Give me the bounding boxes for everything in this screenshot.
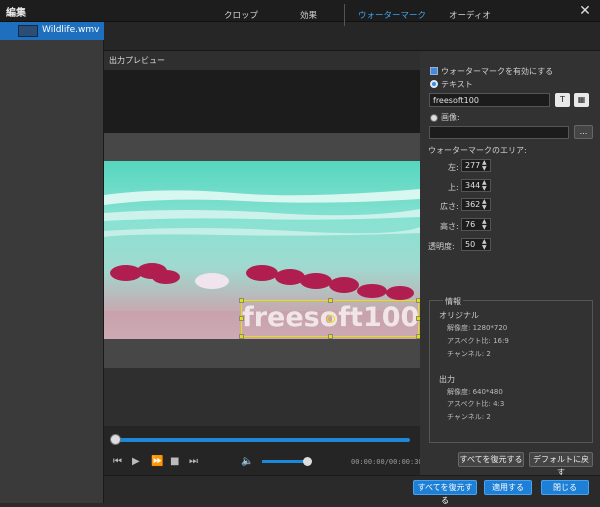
- time-display: 00:00:00/00:00:30: [351, 458, 423, 466]
- move-handle-icon[interactable]: [327, 315, 335, 323]
- tab-divider: [344, 4, 345, 26]
- close-button[interactable]: 閉じる: [541, 480, 589, 495]
- resize-handle[interactable]: [328, 298, 333, 303]
- preview-label: 出力プレビュー: [109, 56, 165, 65]
- left-label: 左:: [448, 163, 459, 172]
- preview-top-area: [104, 70, 420, 133]
- fast-forward-icon[interactable]: ⏩: [151, 456, 163, 467]
- volume-knob[interactable]: [303, 457, 312, 466]
- height-spinner-icon[interactable]: ▲ ▼: [482, 219, 488, 231]
- text-radio[interactable]: [430, 80, 438, 88]
- enable-watermark-label: ウォーターマークを有効にする: [441, 67, 554, 76]
- text-style-icon[interactable]: ▦: [574, 93, 589, 107]
- top-spinner-icon[interactable]: ▲ ▼: [482, 180, 488, 192]
- original-resolution: 解像度: 1280*720: [447, 324, 508, 332]
- tab-watermark[interactable]: ウォーターマーク: [358, 9, 426, 21]
- image-option-label: 画像:: [441, 113, 460, 122]
- top-label: 上:: [448, 183, 459, 192]
- text-font-button[interactable]: T: [555, 93, 570, 107]
- watermark-text-input[interactable]: freesoft100: [429, 93, 550, 107]
- opacity-spinner-icon[interactable]: ▲ ▼: [482, 239, 488, 251]
- height-label: 高さ:: [440, 222, 459, 231]
- volume-icon[interactable]: 🔈: [241, 456, 253, 467]
- prev-icon[interactable]: ⏮: [113, 456, 122, 467]
- close-icon[interactable]: ✕: [576, 2, 594, 20]
- output-channels: チャンネル: 2: [447, 413, 491, 421]
- tab-audio[interactable]: オーディオ: [449, 9, 491, 21]
- restore-all-button[interactable]: すべてを復元する: [458, 452, 524, 467]
- file-list-item[interactable]: Wildlife.wmv: [0, 22, 104, 40]
- volume-slider[interactable]: [262, 460, 308, 463]
- resize-handle[interactable]: [328, 334, 333, 339]
- image-radio[interactable]: [430, 114, 438, 122]
- left-spinner-icon[interactable]: ▲ ▼: [482, 160, 488, 172]
- resize-handle[interactable]: [239, 316, 244, 321]
- original-heading: オリジナル: [439, 311, 479, 320]
- seek-bar[interactable]: [114, 438, 410, 442]
- window-title: 編集: [6, 8, 26, 19]
- browse-button[interactable]: ...: [574, 125, 593, 139]
- resize-handle[interactable]: [239, 334, 244, 339]
- image-path-input[interactable]: [429, 126, 569, 139]
- enable-watermark-checkbox[interactable]: [430, 67, 438, 75]
- play-icon[interactable]: ▶: [132, 456, 140, 467]
- tab-crop[interactable]: クロップ: [224, 9, 258, 21]
- seek-knob[interactable]: [110, 434, 121, 445]
- apply-button[interactable]: 適用する: [484, 480, 532, 495]
- output-resolution: 解像度: 640*480: [447, 388, 503, 396]
- width-spinner-icon[interactable]: ▲ ▼: [482, 199, 488, 211]
- original-channels: チャンネル: 2: [447, 350, 491, 358]
- original-aspect: アスペクト比: 16:9: [447, 337, 509, 345]
- tab-effects[interactable]: 効果: [300, 9, 317, 21]
- file-list: Wildlife.wmv: [0, 22, 104, 503]
- opacity-label: 透明度:: [428, 242, 455, 251]
- tab-bar: [104, 22, 600, 51]
- next-icon[interactable]: ⏭: [189, 456, 198, 467]
- file-name: Wildlife.wmv: [42, 25, 100, 35]
- output-heading: 出力: [439, 375, 455, 384]
- text-option-label: テキスト: [441, 80, 473, 89]
- stop-icon[interactable]: ■: [170, 456, 179, 467]
- width-label: 広さ:: [440, 202, 459, 211]
- output-aspect: アスペクト比: 4:3: [447, 400, 505, 408]
- video-thumbnail: [18, 25, 38, 37]
- player-controls: [104, 426, 420, 475]
- area-label: ウォーターマークのエリア:: [428, 146, 527, 155]
- default-button[interactable]: デフォルトに戻す: [529, 452, 593, 477]
- resize-handle[interactable]: [239, 298, 244, 303]
- info-title: 情報: [443, 296, 463, 307]
- restore-all-bottom-button[interactable]: すべてを復元する: [413, 480, 477, 505]
